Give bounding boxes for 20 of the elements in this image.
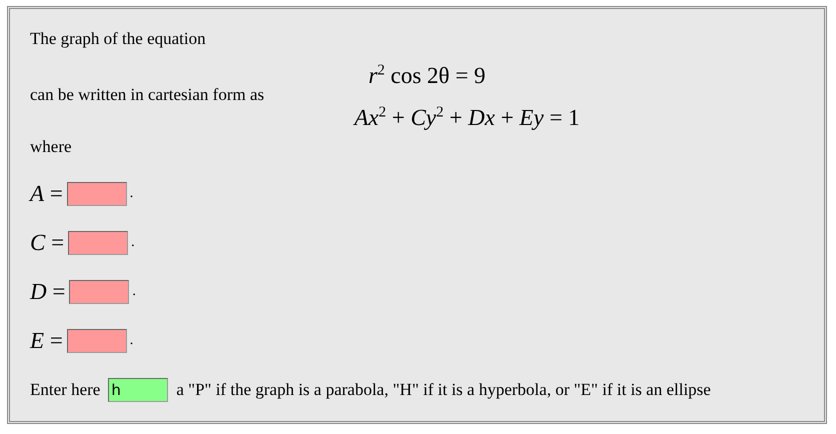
period-text: .: [132, 284, 136, 300]
cartesian-equation: Ax$^{2}$ + Cy$^{2}$ + Dx + Ey = 1: [354, 105, 580, 131]
intro-text: The graph of the equation: [30, 28, 207, 50]
answer-field[interactable]: h: [108, 378, 168, 402]
period-text: .: [131, 234, 135, 250]
answer-field[interactable]: [68, 230, 128, 254]
prompt-label: Enter here: [30, 380, 100, 400]
instruction-text: a "P" if the graph is a parabola, "H" if it is a hyperbola, or "E" if it is an ellipse: [176, 380, 711, 400]
polar-equation: r$^{2}$ cos 2θ = 9: [368, 63, 486, 89]
coefficient-label: E =: [30, 328, 63, 354]
answer-field[interactable]: [66, 328, 127, 352]
coefficient-label: C =: [30, 230, 64, 256]
answer-field[interactable]: [66, 182, 127, 206]
period-text: .: [130, 186, 134, 202]
coefficient-label: A =: [30, 180, 63, 206]
answer-field[interactable]: [69, 280, 130, 304]
where-text: where: [30, 136, 73, 158]
period-text: .: [130, 332, 134, 348]
transition-text: can be written in cartesian form as: [30, 84, 266, 106]
coefficient-label: D =: [30, 278, 66, 304]
